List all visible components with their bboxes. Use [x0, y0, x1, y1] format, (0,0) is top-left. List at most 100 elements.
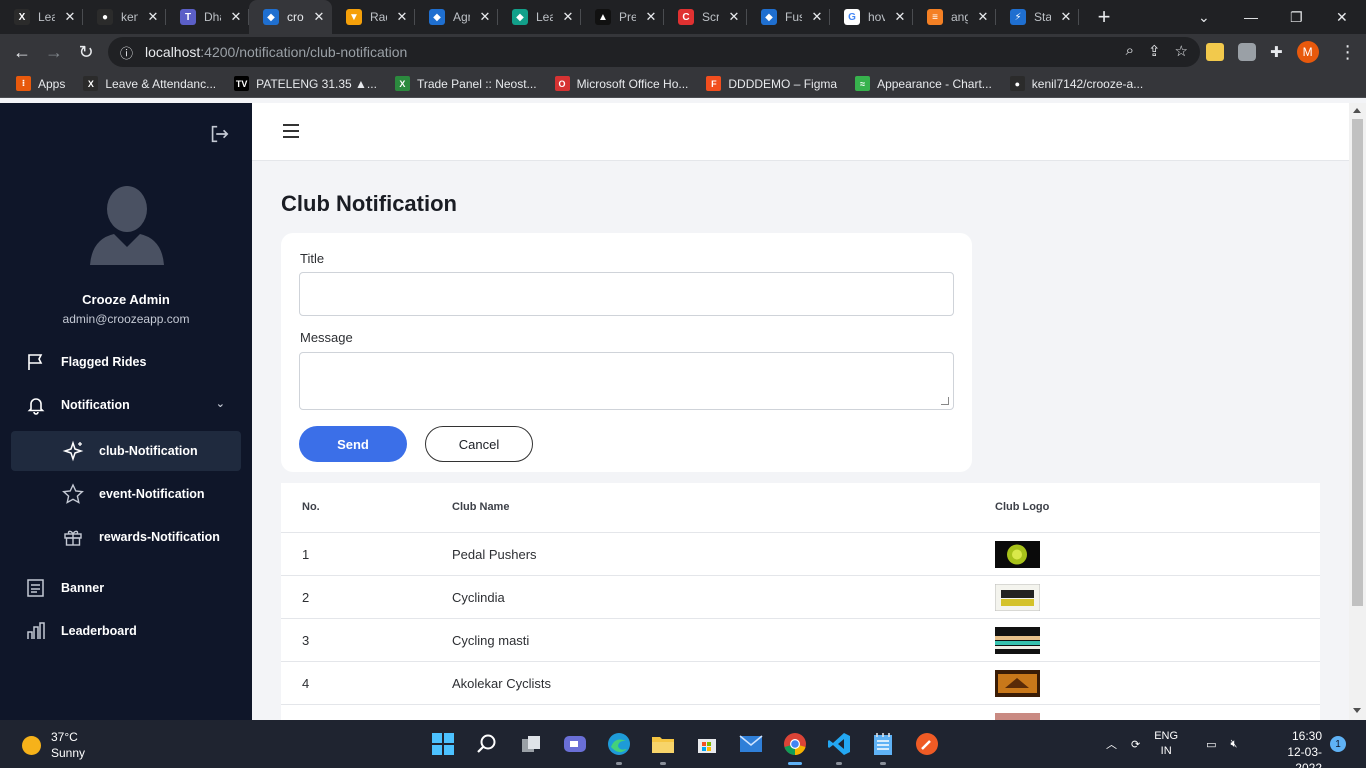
send-button[interactable]: Send: [299, 426, 407, 462]
browser-tab[interactable]: ◆ Fus ✕: [747, 0, 830, 34]
bookmark-item[interactable]: ⁝ Apps: [16, 76, 65, 91]
weather-widget[interactable]: 37°C Sunny: [22, 729, 85, 761]
bookmark-item[interactable]: ● kenil7142/crooze-a...: [1009, 76, 1143, 91]
browser-tab[interactable]: ● ken ✕: [83, 0, 166, 34]
cancel-button[interactable]: Cancel: [425, 426, 533, 462]
vscode-icon[interactable]: [824, 730, 854, 765]
bookmark-item[interactable]: F DDDDEMO – Figma: [706, 76, 837, 91]
file-explorer-icon[interactable]: [648, 730, 678, 765]
mail-icon[interactable]: [736, 730, 766, 758]
tab-close-icon[interactable]: ✕: [146, 9, 160, 25]
tab-close-icon[interactable]: ✕: [63, 9, 77, 25]
sidebar-item-club-notification[interactable]: club-Notification: [11, 431, 241, 471]
sync-icon[interactable]: ⟳: [1131, 738, 1140, 751]
notepad-icon[interactable]: [868, 730, 898, 765]
tab-close-icon[interactable]: ✕: [229, 9, 243, 25]
browser-tab[interactable]: X Lea ✕: [0, 0, 83, 34]
bookmark-item[interactable]: ≈ Appearance - Chart...: [855, 76, 992, 91]
site-info-icon[interactable]: ⓘ: [120, 43, 133, 62]
scroll-up-icon[interactable]: [1353, 108, 1361, 113]
edge-browser-icon[interactable]: [604, 730, 634, 765]
camera-extension-icon[interactable]: [1238, 43, 1256, 61]
address-bar[interactable]: ⓘ localhost:4200/notification/club-notif…: [108, 37, 1200, 67]
browser-tab[interactable]: Ghov ✕: [830, 0, 913, 34]
sidebar-item-banner[interactable]: Banner: [11, 568, 241, 608]
clock[interactable]: 16:30 12-03-2022: [1278, 728, 1322, 768]
browser-tab[interactable]: ≡ ang ✕: [913, 0, 996, 34]
restore-icon[interactable]: ❐: [1290, 0, 1303, 34]
postman-icon[interactable]: [912, 730, 942, 758]
sidebar-item-event-notification[interactable]: event-Notification: [11, 474, 241, 514]
sidebar-item-flagged-rides[interactable]: Flagged Rides: [11, 342, 241, 382]
close-window-icon[interactable]: ✕: [1336, 0, 1348, 34]
microsoft-store-icon[interactable]: [692, 730, 722, 758]
sidebar-item-rewards-notification[interactable]: rewards-Notification: [11, 517, 241, 557]
sidebar-item-notification[interactable]: Notification ⌄: [11, 385, 241, 425]
scroll-thumb[interactable]: [1352, 119, 1363, 606]
browser-tab[interactable]: ◆ Lea ✕: [498, 0, 581, 34]
chevron-up-icon[interactable]: ︿: [1106, 736, 1117, 752]
tab-close-icon[interactable]: ✕: [561, 9, 575, 25]
volume-mute-icon[interactable]: 🔇︎: [1230, 738, 1237, 751]
chrome-icon[interactable]: [780, 730, 810, 765]
tab-close-icon[interactable]: ✕: [976, 9, 990, 25]
browser-tab[interactable]: ▲ Pre ✕: [581, 0, 664, 34]
browser-tab[interactable]: T Dha ✕: [166, 0, 249, 34]
bookmark-item[interactable]: X Trade Panel :: Neost...: [394, 76, 537, 91]
browser-tab[interactable]: C Scr ✕: [664, 0, 747, 34]
table-row[interactable]: 3 Cycling masti: [281, 619, 1320, 662]
tab-close-icon[interactable]: ✕: [727, 9, 741, 25]
app: Crooze Admin admin@croozeapp.com Flagged…: [0, 103, 1366, 720]
notification-badge[interactable]: 1: [1330, 736, 1346, 752]
forward-icon[interactable]: →: [38, 36, 70, 68]
bookmark-star-icon[interactable]: ☆: [1175, 42, 1188, 60]
profile-avatar[interactable]: M: [1296, 41, 1319, 63]
page-title: Club Notification: [281, 191, 457, 216]
language-indicator[interactable]: ENG IN: [1154, 729, 1178, 759]
new-tab-button[interactable]: +: [1093, 4, 1115, 30]
share-icon[interactable]: ⇪: [1148, 42, 1161, 60]
bookmark-item[interactable]: TV PATELENG 31.35 ▲...: [234, 76, 377, 91]
table-row[interactable]: 4 Akolekar Cyclists: [281, 662, 1320, 705]
tab-close-icon[interactable]: ✕: [1059, 9, 1073, 25]
tab-close-icon[interactable]: ✕: [893, 9, 907, 25]
table-row[interactable]: 1 Pedal Pushers: [281, 533, 1320, 576]
minimize-icon[interactable]: —: [1244, 0, 1258, 34]
message-textarea[interactable]: [299, 352, 954, 410]
tab-close-icon[interactable]: ✕: [810, 9, 824, 25]
browser-tab[interactable]: ⚡ Sta ✕: [996, 0, 1079, 34]
back-icon[interactable]: ←: [6, 36, 38, 68]
sidebar-item-leaderboard[interactable]: Leaderboard: [11, 611, 241, 651]
logout-icon[interactable]: [208, 123, 230, 145]
search-icon[interactable]: [472, 730, 502, 758]
table-row[interactable]: 2 Cyclindia: [281, 576, 1320, 619]
tab-close-icon[interactable]: ✕: [478, 9, 492, 25]
tab-close-icon[interactable]: ✕: [312, 9, 326, 25]
bookmark-item[interactable]: X Leave & Attendanc...: [83, 76, 216, 91]
table-row[interactable]: [281, 705, 1320, 720]
tab-search-icon[interactable]: ⌄: [1198, 0, 1210, 34]
browser-tab[interactable]: ▼ Rad ✕: [332, 0, 415, 34]
windows-start-icon[interactable]: [428, 730, 458, 758]
chevron-down-icon[interactable]: ⌄: [216, 397, 225, 410]
menu-kebab-icon[interactable]: ⋮: [1339, 42, 1357, 63]
bookmark-item[interactable]: O Microsoft Office Ho...: [554, 76, 688, 91]
hamburger-menu-icon[interactable]: [283, 124, 299, 138]
club-logo: [995, 713, 1040, 720]
network-icon[interactable]: ▭: [1206, 738, 1216, 751]
zoom-icon[interactable]: ⌕: [1126, 42, 1134, 60]
scroll-down-icon[interactable]: [1353, 708, 1361, 713]
tab-close-icon[interactable]: ✕: [644, 9, 658, 25]
reload-icon[interactable]: ↻: [70, 36, 102, 68]
browser-tab[interactable]: ◆ Agr ✕: [415, 0, 498, 34]
page-scrollbar[interactable]: [1349, 103, 1366, 720]
teams-chat-icon[interactable]: [560, 730, 590, 758]
tab-close-icon[interactable]: ✕: [395, 9, 409, 25]
title-input[interactable]: [299, 272, 954, 316]
browser-tab[interactable]: ◆ cro ✕: [249, 0, 332, 34]
extensions-puzzle-icon[interactable]: ✚: [1270, 43, 1283, 61]
task-view-icon[interactable]: [516, 730, 546, 758]
notes-extension-icon[interactable]: [1206, 43, 1224, 61]
resize-handle-icon[interactable]: [941, 397, 949, 405]
admin-name: Crooze Admin: [82, 292, 170, 307]
